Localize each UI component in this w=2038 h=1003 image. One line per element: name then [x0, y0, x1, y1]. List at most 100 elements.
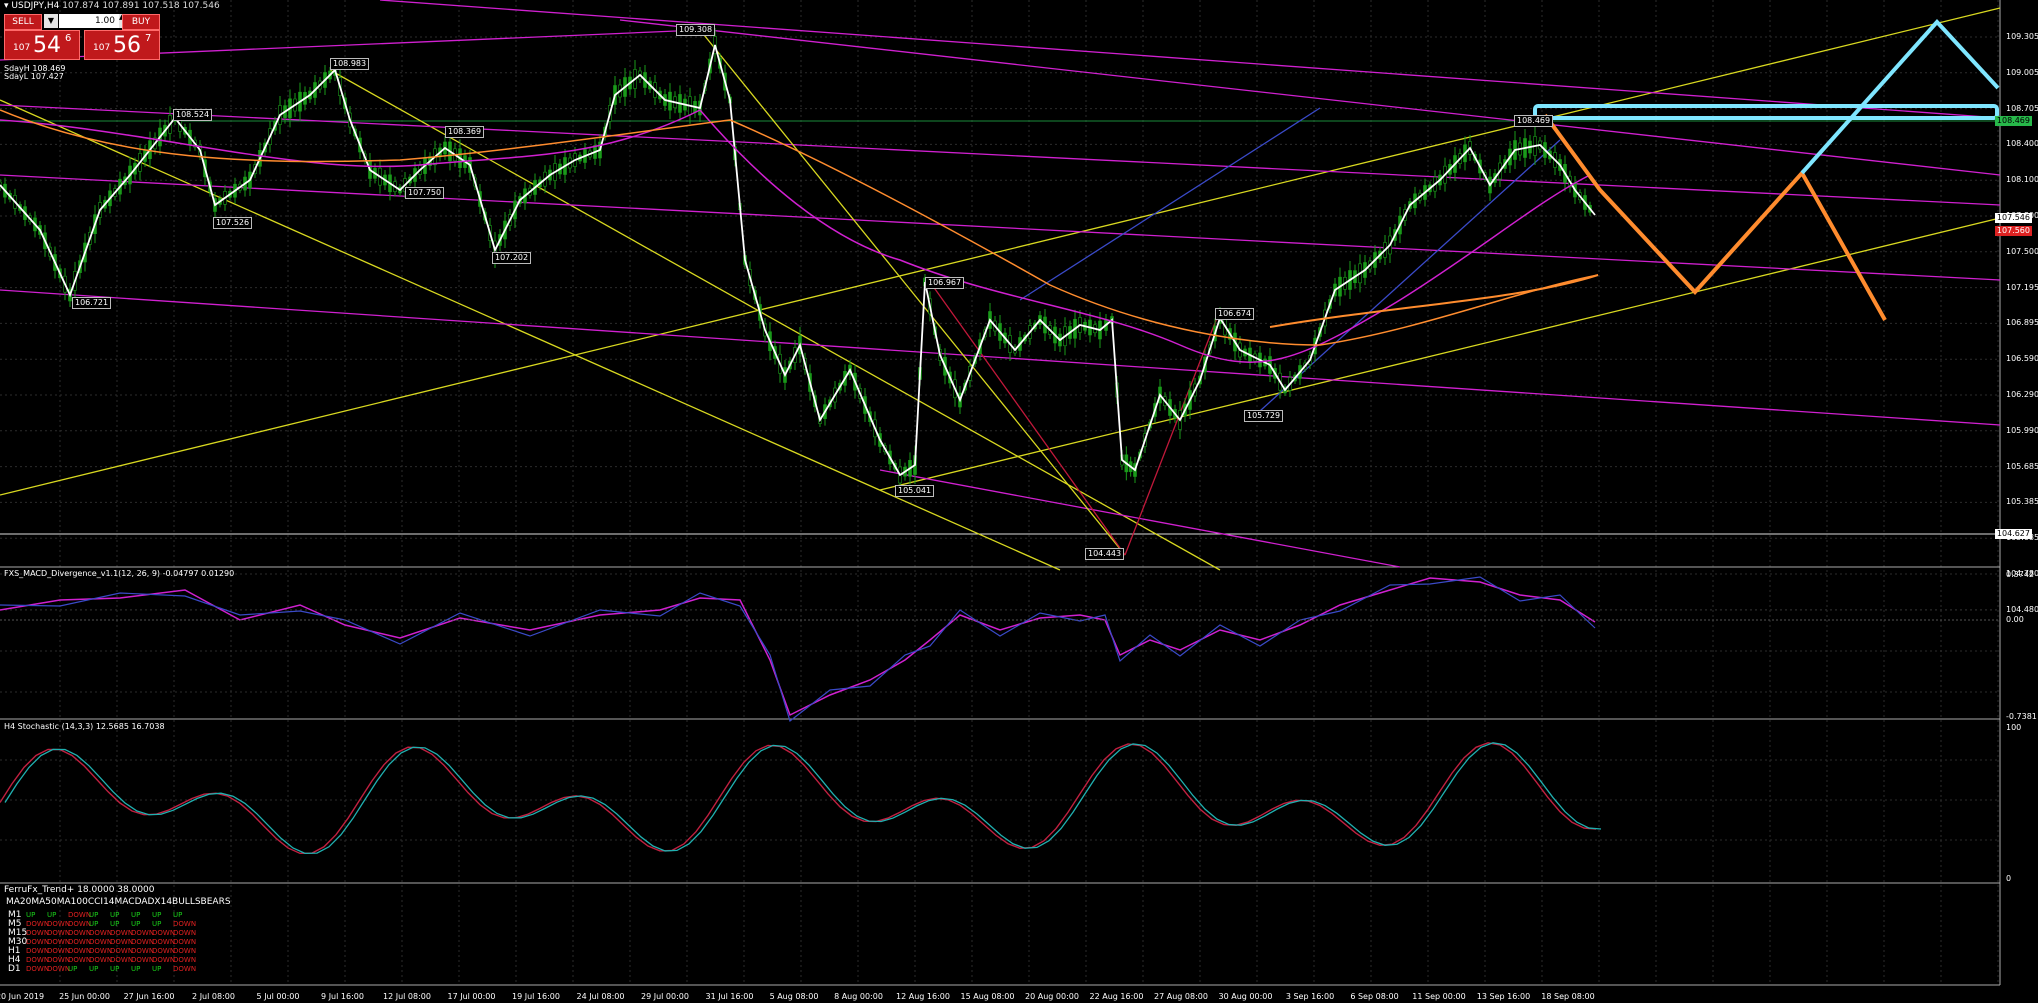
trend-state: UP	[89, 920, 99, 928]
price-axis-label: 104.480	[2006, 604, 2038, 614]
trend-state: UP	[68, 965, 78, 973]
trend-state: DOWN	[26, 956, 50, 964]
time-axis-label: 12 Jul 08:00	[383, 992, 431, 1001]
time-axis-label: 3 Sep 16:00	[1285, 992, 1335, 1001]
buy-quote-fraction: 7	[145, 33, 152, 44]
price-axis-label: 107.195	[2006, 282, 2038, 292]
trend-state: UP	[173, 911, 183, 919]
price-axis-label: 105.385	[2006, 497, 2038, 507]
sell-quote[interactable]: 107 54 6	[4, 30, 80, 60]
time-axis-label: 20 Aug 00:00	[1025, 992, 1079, 1001]
pivot-label: 108.469	[1514, 115, 1554, 127]
price-axis-label: 108.100	[2006, 175, 2038, 185]
cyan-forecast-line	[1800, 19, 2000, 175]
time-axis-label: 20 Jun 2019	[0, 992, 45, 1001]
trendline	[879, 217, 2001, 491]
pivot-label: 108.983	[330, 58, 370, 70]
moving-averages	[0, 109, 1599, 363]
time-axis-label: 25 Jun 00:00	[59, 992, 110, 1001]
trendline	[379, 0, 2001, 119]
chart-icon: ▾	[4, 1, 9, 11]
trend-state: DOWN	[110, 956, 134, 964]
trend-state: DOWN	[173, 938, 197, 946]
trend-state: UP	[26, 911, 36, 919]
trend-state: DOWN	[68, 947, 92, 955]
time-axis-label: 9 Jul 16:00	[321, 992, 364, 1001]
orange-forecast-line	[1543, 113, 1887, 321]
trend-state: DOWN	[110, 929, 134, 937]
trend-header-row: MA20MA50MA100CCI14MACDADX14BULLSBEARS	[6, 897, 231, 907]
macd-main-line	[0, 576, 1596, 723]
stoch-signal-line	[0, 742, 1597, 855]
chart-window[interactable]: ▾ USDJPY,H4 107.874 107.891 107.518 107.…	[0, 0, 2038, 1003]
sell-quote-fraction: 6	[65, 33, 72, 44]
trend-state: DOWN	[110, 938, 134, 946]
sd-high-tag: 108.469	[1994, 116, 2032, 126]
time-axis-label: 27 Jun 16:00	[123, 992, 175, 1001]
time-axis-label: 27 Aug 08:00	[1154, 992, 1208, 1001]
macd-axis-bottom: -0.7381	[2006, 712, 2037, 721]
time-axis-label: 31 Jul 16:00	[705, 992, 754, 1001]
price-axis-label: 105.685	[2006, 461, 2038, 471]
price-axis-label: 105.990	[2006, 425, 2038, 435]
pivot-label: 106.721	[72, 297, 112, 309]
trendline	[0, 174, 2001, 281]
lot-size-input[interactable]: 1.00	[59, 14, 119, 28]
trend-state: DOWN	[68, 956, 92, 964]
buy-button[interactable]: BUY	[122, 14, 160, 30]
trend-state: DOWN	[68, 911, 92, 919]
trend-state: DOWN	[68, 938, 92, 946]
time-axis-label: 18 Sep 08:00	[1541, 992, 1595, 1001]
trend-state: DOWN	[173, 929, 197, 937]
price-axis-label: 106.895	[2006, 318, 2038, 328]
trendline	[0, 289, 2001, 426]
time-axis-label: 12 Aug 16:00	[896, 992, 950, 1001]
trend-state: UP	[110, 911, 120, 919]
sell-quote-pips: 54	[33, 33, 61, 58]
trend-state: UP	[110, 920, 120, 928]
time-axis-label: 15 Aug 08:00	[960, 992, 1015, 1001]
chart-canvas[interactable]	[0, 0, 2038, 1003]
trendline	[0, 99, 1061, 571]
trend-state: DOWN	[26, 965, 50, 973]
ask-price-tag: 107.560	[1994, 226, 2032, 236]
trend-state: DOWN	[131, 929, 155, 937]
pivot-label: 109.308	[676, 24, 716, 36]
pivot-label: 106.674	[1215, 308, 1255, 320]
trend-state: DOWN	[89, 929, 113, 937]
trend-state: DOWN	[47, 929, 71, 937]
trend-state: DOWN	[47, 938, 71, 946]
pivot-label: 106.967	[925, 277, 965, 289]
time-axis-label: 17 Jul 00:00	[447, 992, 496, 1001]
trend-panel: FerruFx_Trend+ 18.0000 38.0000 MA20MA50M…	[4, 885, 231, 974]
macd-title: FXS_MACD_Divergence_v1.1(12, 26, 9) -0.0…	[4, 569, 235, 578]
trend-state: DOWN	[89, 947, 113, 955]
stoch-axis-top: 100	[2006, 723, 2022, 732]
trendline	[879, 469, 1401, 568]
time-axis-label: 5 Aug 08:00	[769, 992, 819, 1001]
trend-state: UP	[89, 965, 99, 973]
sell-button[interactable]: SELL	[4, 14, 42, 30]
trend-state: DOWN	[89, 956, 113, 964]
lot-dropdown-icon[interactable]: ▼	[44, 14, 58, 28]
trend-state: DOWN	[89, 938, 113, 946]
trend-state: UP	[131, 911, 141, 919]
time-axis-label: 29 Jul 00:00	[641, 992, 689, 1001]
buy-quote-pips: 56	[113, 33, 141, 58]
pivot-label: 105.041	[895, 485, 935, 497]
sday-low-label: SdayL 107.427	[4, 72, 64, 81]
time-axis-label: 19 Jul 16:00	[512, 992, 560, 1001]
price-axis-label: 109.005	[2006, 67, 2038, 77]
time-axis-label: 30 Aug 00:00	[1218, 992, 1273, 1001]
buy-quote[interactable]: 107 56 7	[84, 30, 160, 60]
trend-state: DOWN	[47, 920, 71, 928]
macd-axis-zero: 0.00	[2006, 615, 2024, 624]
trend-state: DOWN	[131, 956, 155, 964]
price-zigzag-line	[0, 44, 1596, 477]
trend-title: FerruFx_Trend+ 18.0000 38.0000	[4, 885, 155, 895]
symbol-label: USDJPY,H4	[11, 1, 60, 11]
time-axis-label: 24 Jul 08:00	[576, 992, 625, 1001]
trend-state: DOWN	[152, 956, 176, 964]
trend-state: UP	[110, 965, 120, 973]
cyan-resistance-box	[1533, 104, 1999, 120]
